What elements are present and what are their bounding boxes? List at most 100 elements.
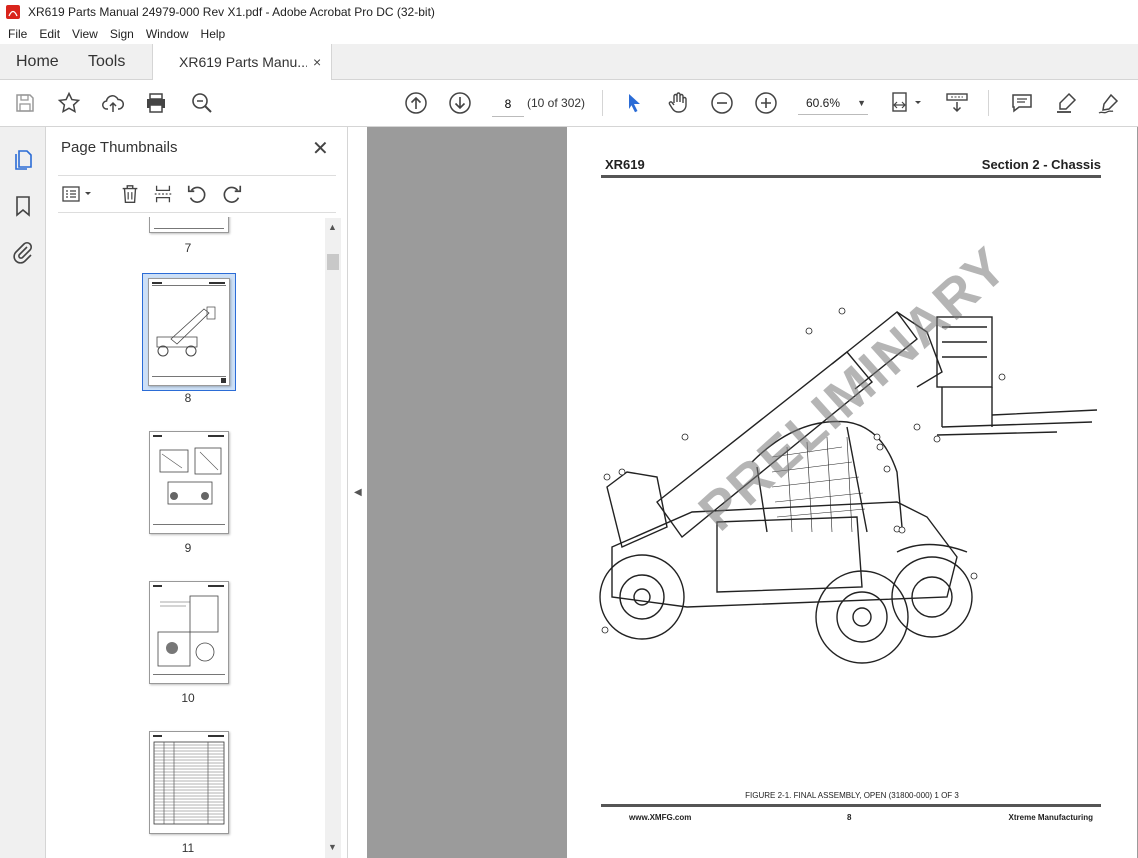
plus-circle-icon [755,92,777,114]
pages-icon [15,150,32,170]
thumbnail-table-icon [153,735,225,825]
comment-button[interactable] [1009,90,1035,116]
sign-button[interactable] [1096,90,1122,116]
zoom-search-icon [192,93,212,113]
page-display-button[interactable] [890,90,924,116]
previous-page-button[interactable] [403,90,429,116]
page-thumbnails-button[interactable] [10,147,36,173]
panel-toolbar [58,175,336,213]
tab-tools[interactable]: Tools [88,44,125,79]
zoom-level-select[interactable]: 60.6% ▼ [798,92,868,115]
arrow-up-circle-icon [405,92,427,114]
thumbnail-drawing-icon [152,282,226,383]
print-button[interactable] [143,90,169,116]
options-menu-icon [62,186,91,202]
page-split-icon [154,185,172,203]
bookmarks-button[interactable] [10,193,36,219]
header-rule [601,175,1101,178]
scroll-mode-button[interactable] [944,90,970,116]
scroll-down-icon[interactable]: ▼ [328,842,337,852]
toolbar-divider [602,90,603,116]
thumbnail-page[interactable] [148,278,230,386]
panel-close-icon[interactable]: ✕ [312,136,329,161]
figure-caption: FIGURE 2-1. FINAL ASSEMBLY, OPEN (31800-… [745,791,959,800]
comment-icon [1012,94,1032,113]
menu-bar: File Edit View Sign Window Help [0,24,1138,44]
printer-icon [147,93,165,113]
upload-button[interactable] [100,90,126,116]
menu-file[interactable]: File [8,27,27,41]
rotate-ccw-icon [187,185,206,203]
menu-help[interactable]: Help [201,27,226,41]
hand-tool-button[interactable] [665,90,691,116]
rotate-right-button[interactable] [220,182,244,206]
footer-page-number: 8 [847,813,852,822]
footer-website: www.XMFG.com [629,813,692,822]
thumbnail-page-number: 7 [184,241,192,255]
cursor-arrow-icon [629,94,640,113]
delete-page-button[interactable] [118,182,142,206]
page-header-section: Section 2 - Chassis [981,157,1101,172]
tab-home[interactable]: Home [16,44,59,79]
menu-view[interactable]: View [72,27,98,41]
toolbar-divider [988,90,989,116]
attachments-button[interactable] [10,239,36,265]
menu-sign[interactable]: Sign [110,27,134,41]
menu-window[interactable]: Window [146,27,189,41]
scrollbar-thumb[interactable] [327,254,339,270]
thumbnail-page-number: 8 [184,391,192,405]
thumbnail-options-button[interactable] [60,182,94,206]
document-page: XR619 Section 2 - Chassis PRELIMINARY FI… [567,127,1137,858]
thumbnail-page[interactable] [149,731,229,834]
tab-document[interactable]: XR619 Parts Manu... × [152,44,332,80]
navigation-rail [0,127,46,858]
star-icon [57,91,81,113]
thumbnail-list: 7 8 9 10 11 [58,217,326,857]
zoom-in-button[interactable] [753,90,779,116]
extract-pages-button[interactable] [151,182,175,206]
rotate-left-button[interactable] [185,182,209,206]
page-thumbnails-panel: Page Thumbnails ✕ 7 8 9 10 11 [46,127,347,858]
rotate-cw-icon [223,185,242,203]
thumbnail-scrollbar[interactable]: ▲ ▼ [325,218,341,858]
chevron-left-icon: ◀ [354,487,362,498]
page-header-model: XR619 [605,157,645,172]
save-icon [16,94,34,112]
tab-bar: Home Tools XR619 Parts Manu... × [0,44,1138,80]
window-title: XR619 Parts Manual 24979-000 Rev X1.pdf … [28,5,435,19]
chevron-down-icon: ▼ [857,98,866,108]
panel-collapse-handle[interactable]: ◀ [347,127,368,858]
panel-title: Page Thumbnails [61,139,178,156]
save-button[interactable] [12,90,38,116]
document-viewer[interactable]: XR619 Section 2 - Chassis PRELIMINARY FI… [367,127,1138,858]
thumbnail-drawing-icon [153,435,225,525]
bookmark-star-button[interactable] [56,90,82,116]
zoom-out-button[interactable] [709,90,735,116]
thumbnail-page[interactable] [149,431,229,534]
tab-document-label: XR619 Parts Manu... [179,54,307,70]
paperclip-icon [13,241,33,264]
thumbnail-drawing-icon [153,585,225,675]
select-tool-button[interactable] [621,90,647,116]
pen-sign-icon [1098,93,1119,114]
scroll-up-icon[interactable]: ▲ [328,222,337,232]
bookmark-icon [16,196,30,217]
footer-company: Xtreme Manufacturing [1008,813,1093,822]
menu-edit[interactable]: Edit [39,27,60,41]
thumbnail-page-number: 9 [184,541,192,555]
footer-rule [601,804,1101,807]
fit-page-icon [892,92,921,112]
hand-icon [668,92,687,113]
find-button[interactable] [189,90,215,116]
next-page-button[interactable] [447,90,473,116]
tab-close-icon[interactable]: × [313,54,321,70]
highlight-button[interactable] [1053,90,1079,116]
thumbnail-page[interactable] [149,581,229,684]
thumbnail-page-number: 11 [181,841,195,855]
acrobat-icon [6,5,20,19]
trash-icon [122,185,138,203]
scroll-page-icon [946,93,968,113]
page-number-input[interactable] [492,92,524,117]
thumbnail-page[interactable] [149,217,229,233]
main-toolbar: (10 of 302) 60.6% ▼ [0,80,1138,127]
